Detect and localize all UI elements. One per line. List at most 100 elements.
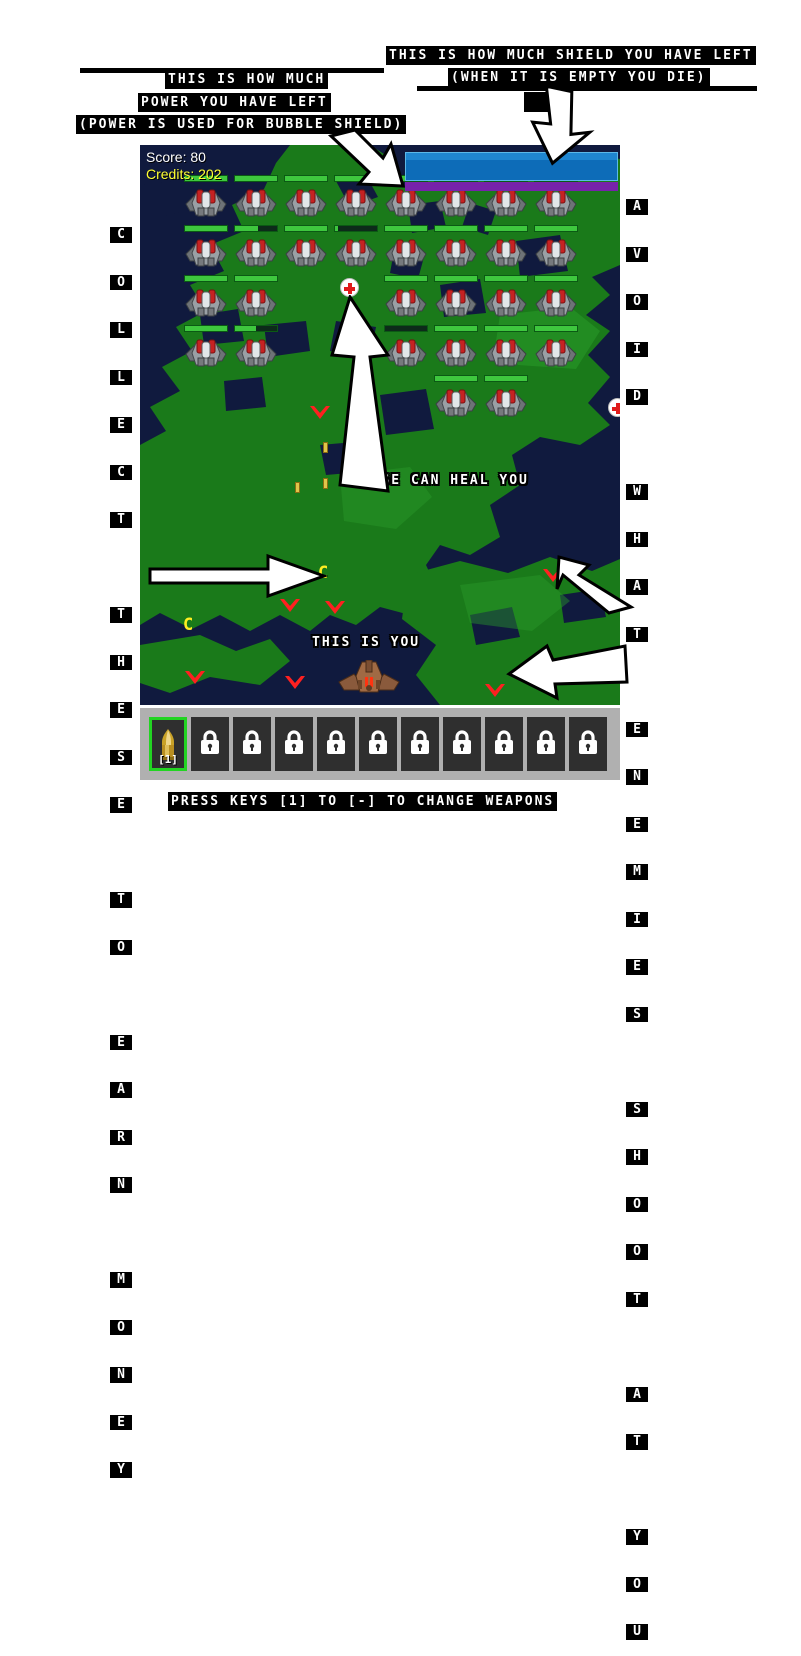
- enemy-fighter[interactable]: [534, 237, 578, 267]
- annotation-power-line2: POWER YOU HAVE LEFT: [138, 93, 331, 112]
- vletter: A: [626, 1386, 648, 1402]
- enemy-health-bar: [284, 225, 328, 232]
- player-ship[interactable]: [338, 659, 400, 694]
- vletter: N: [110, 1367, 132, 1383]
- enemy-fighter[interactable]: [234, 187, 278, 217]
- enemy-fighter[interactable]: [534, 337, 578, 367]
- weapon-dock[interactable]: [1]: [140, 708, 620, 780]
- enemy-fighter[interactable]: [434, 237, 478, 267]
- weapon-slot-5[interactable]: [317, 717, 355, 771]
- lock-icon: [241, 729, 263, 759]
- vletter: T: [110, 607, 132, 623]
- credits-label: Credits: 202: [146, 166, 222, 182]
- vletter: O: [110, 1319, 132, 1335]
- enemy-health-bar: [484, 375, 528, 382]
- enemy-fighter[interactable]: [184, 187, 228, 217]
- lock-icon: [199, 729, 221, 759]
- enemy-fighter[interactable]: [234, 287, 278, 317]
- hud-stats: Score: 80 Credits: 202: [146, 149, 221, 183]
- enemy-fighter[interactable]: [434, 387, 478, 417]
- enemy-fighter[interactable]: [534, 287, 578, 317]
- weapon-slot-1[interactable]: [1]: [149, 717, 187, 771]
- enemy-fighter[interactable]: [334, 237, 378, 267]
- vletter: C: [110, 227, 132, 243]
- annotation-collect-money: C O L L E C T T H E S E T O E A R N M O …: [110, 196, 132, 1494]
- vletter: W: [626, 484, 648, 500]
- enemy-health-bar: [384, 275, 428, 282]
- enemy-shot: [485, 683, 505, 697]
- lock-icon: [577, 729, 599, 759]
- vletter: O: [110, 274, 132, 290]
- vletter: E: [626, 959, 648, 975]
- enemy-health-bar: [384, 225, 428, 232]
- enemy-shot: [285, 675, 305, 689]
- player-bullet: [295, 482, 300, 493]
- weapon-slot-6[interactable]: [359, 717, 397, 771]
- arrow-to-coin-pickup: [148, 553, 328, 599]
- annotation-shield-line2: (WHEN IT IS EMPTY YOU DIE): [448, 68, 710, 87]
- vletter: E: [626, 721, 648, 737]
- enemy-health-bar: [184, 275, 228, 282]
- enemy-health-bar: [434, 375, 478, 382]
- vletter: I: [626, 911, 648, 927]
- enemy-fighter[interactable]: [284, 237, 328, 267]
- enemy-fighter[interactable]: [484, 387, 528, 417]
- enemy-health-bar: [184, 325, 228, 332]
- enemy-fighter[interactable]: [184, 287, 228, 317]
- enemy-fighter[interactable]: [484, 187, 528, 217]
- arrow-to-shield-bar: [530, 88, 595, 166]
- weapon-slot-7[interactable]: [401, 717, 439, 771]
- enemy-fighter[interactable]: [184, 337, 228, 367]
- vletter: E: [110, 1034, 132, 1050]
- weapon-slot-4[interactable]: [275, 717, 313, 771]
- vletter: V: [626, 246, 648, 262]
- enemy-health-bar: [234, 175, 278, 182]
- annotation-avoid-enemy-shots: A V O I D W H A T E N E M I E S S H O O …: [626, 168, 648, 1656]
- enemy-health-bar: [534, 275, 578, 282]
- arrow-to-enemy-shot-lower: [506, 643, 629, 701]
- enemy-fighter[interactable]: [434, 337, 478, 367]
- enemy-fighter[interactable]: [284, 187, 328, 217]
- vletter: L: [110, 322, 132, 338]
- enemy-fighter[interactable]: [184, 237, 228, 267]
- enemy-health-bar: [434, 325, 478, 332]
- weapon-slot-11[interactable]: [569, 717, 607, 771]
- score-label: Score: 80: [146, 149, 206, 165]
- weapon-slot-3[interactable]: [233, 717, 271, 771]
- enemy-health-bar: [334, 225, 378, 232]
- vletter: C: [110, 464, 132, 480]
- enemy-fighter[interactable]: [534, 187, 578, 217]
- credit-coin-icon[interactable]: C: [183, 617, 198, 634]
- enemy-health-bar: [434, 225, 478, 232]
- vletter: D: [626, 389, 648, 405]
- enemy-fighter[interactable]: [234, 337, 278, 367]
- enemy-health-bar: [534, 325, 578, 332]
- weapon-slot-9[interactable]: [485, 717, 523, 771]
- vletter: M: [110, 1272, 132, 1288]
- enemy-shot: [185, 670, 205, 684]
- vletter: Y: [626, 1529, 648, 1545]
- enemy-fighter[interactable]: [484, 337, 528, 367]
- vletter: T: [110, 892, 132, 908]
- enemy-fighter[interactable]: [434, 287, 478, 317]
- weapon-slot-8[interactable]: [443, 717, 481, 771]
- enemy-fighter[interactable]: [484, 287, 528, 317]
- enemy-health-bar: [534, 225, 578, 232]
- lock-icon: [283, 729, 305, 759]
- enemy-fighter[interactable]: [384, 237, 428, 267]
- vletter: T: [626, 1291, 648, 1307]
- enemy-fighter[interactable]: [234, 237, 278, 267]
- medkit-pickup-icon[interactable]: [608, 398, 620, 417]
- enemy-health-bar: [234, 225, 278, 232]
- weapon-slot-2[interactable]: [191, 717, 229, 771]
- vletter: E: [110, 702, 132, 718]
- vletter: A: [626, 199, 648, 215]
- vletter: M: [626, 864, 648, 880]
- vletter: I: [626, 341, 648, 357]
- enemy-fighter[interactable]: [484, 237, 528, 267]
- annotation-shield-line1: THIS IS HOW MUCH SHIELD YOU HAVE LEFT: [386, 46, 756, 65]
- weapon-slot-10[interactable]: [527, 717, 565, 771]
- enemy-fighter[interactable]: [434, 187, 478, 217]
- vletter: T: [110, 512, 132, 528]
- power-annotation-rule-2: [332, 68, 384, 73]
